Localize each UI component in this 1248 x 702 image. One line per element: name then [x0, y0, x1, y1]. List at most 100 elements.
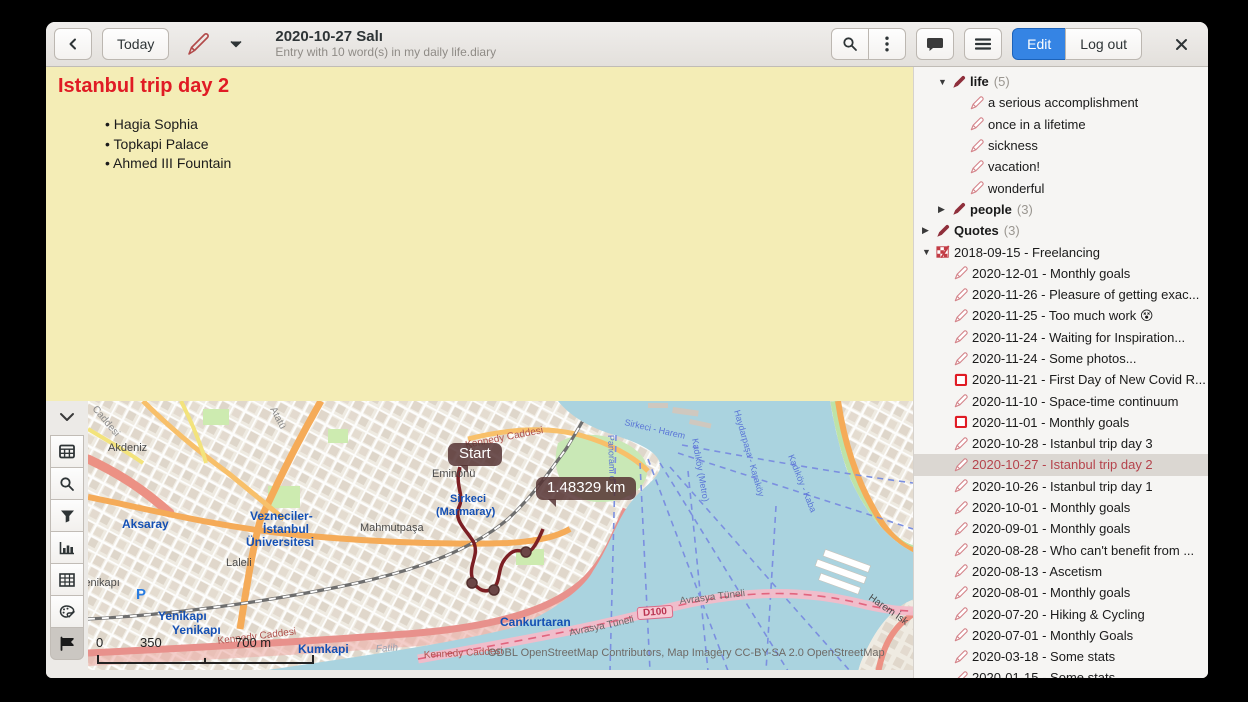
page-title: 2020-10-27 Salı: [275, 28, 496, 45]
bullet-item: Ahmed III Fountain: [105, 154, 901, 174]
sidebar-entry[interactable]: ▶Quotes(3): [914, 220, 1208, 241]
pencil-icon: [185, 31, 211, 57]
sidebar-entry[interactable]: 2020-01-15 - Some stats: [914, 667, 1208, 678]
sidebar-entry[interactable]: 2020-11-21 - First Day of New Covid R...: [914, 369, 1208, 390]
sidebar-entry[interactable]: 2020-11-10 - Space-time continuum: [914, 390, 1208, 411]
sidebar-entry[interactable]: ▶people(3): [914, 199, 1208, 220]
map-label: Eminönü: [432, 468, 475, 480]
theme-button[interactable]: [50, 595, 84, 628]
expander-expanded-icon[interactable]: ▼: [938, 77, 952, 87]
sidebar-entry[interactable]: 2020-08-28 - Who can't benefit from ...: [914, 540, 1208, 561]
pencil-outline-icon: [954, 543, 972, 557]
map-label: İstanbul: [263, 521, 309, 536]
road-badge: D100: [637, 605, 674, 620]
sidebar-entry[interactable]: 2020-10-01 - Monthly goals: [914, 497, 1208, 518]
main-menu-button[interactable]: [964, 28, 1002, 60]
sidebar-entry[interactable]: sickness: [914, 135, 1208, 156]
pencil-solid-icon: [952, 75, 970, 89]
entry-label: 2020-12-01 - Monthly goals: [972, 266, 1130, 281]
map-canvas[interactable]: CaddesiAkdenizAtatüAksarayVezneciler-İst…: [88, 401, 913, 670]
map-view-button[interactable]: [50, 627, 84, 660]
sidebar-entry[interactable]: 2020-12-01 - Monthly goals: [914, 263, 1208, 284]
sidebar-entry[interactable]: ▼2018-09-15 - Freelancing: [914, 241, 1208, 262]
entry-count: (3): [1004, 223, 1020, 238]
entry-label: 2020-10-27 - Istanbul trip day 2: [972, 457, 1153, 472]
bullet-item: Hagia Sophia: [105, 115, 901, 135]
entry-label: 2020-08-01 - Monthly goals: [972, 585, 1130, 600]
sidebar-entry[interactable]: a serious accomplishment: [914, 92, 1208, 113]
entry-label: people: [970, 202, 1012, 217]
map-render: CaddesiAkdenizAtatüAksarayVezneciler-İst…: [88, 401, 913, 670]
edit-button[interactable]: Edit: [1012, 28, 1066, 60]
entry-menu-button[interactable]: [179, 28, 217, 60]
pencil-outline-icon: [954, 671, 972, 678]
sidebar-entry[interactable]: 2020-11-25 - Too much work 😵: [914, 305, 1208, 326]
expander-collapsed-icon[interactable]: ▶: [922, 225, 936, 236]
map-label: Akdeniz: [108, 442, 147, 454]
map-label: (Marmaray): [436, 506, 496, 518]
sidebar-entry[interactable]: ▼life(5): [914, 71, 1208, 92]
logout-button[interactable]: Log out: [1065, 28, 1142, 60]
entry-text-view[interactable]: Istanbul trip day 2 Hagia SophiaTopkapi …: [46, 67, 913, 401]
filter-button[interactable]: [50, 499, 84, 532]
search-button[interactable]: [831, 28, 869, 60]
more-options-button[interactable]: [868, 28, 906, 60]
entry-label: 2020-11-10 - Space-time continuum: [972, 394, 1178, 409]
sidebar-entry[interactable]: 2020-03-18 - Some stats: [914, 646, 1208, 667]
entry-label: 2020-11-24 - Some photos...: [972, 351, 1137, 366]
entry-label: 2020-03-18 - Some stats: [972, 649, 1115, 664]
page-subtitle: Entry with 10 word(s) in my daily life.d…: [275, 46, 496, 60]
pencil-outline-icon: [954, 522, 972, 536]
bullet-item: Topkapi Palace: [105, 135, 901, 155]
entry-label: 2020-10-28 - Istanbul trip day 3: [972, 436, 1153, 451]
sidebar-entry[interactable]: 2020-11-24 - Waiting for Inspiration...: [914, 327, 1208, 348]
sidebar-entry[interactable]: 2020-10-26 - Istanbul trip day 1: [914, 476, 1208, 497]
pencil-outline-icon: [954, 288, 972, 302]
entry-label: life: [970, 74, 989, 89]
pencil-outline-icon: [954, 501, 972, 515]
search-panel-button[interactable]: [50, 467, 84, 500]
sidebar-entry[interactable]: 2020-11-26 - Pleasure of getting exac...: [914, 284, 1208, 305]
header-bar: Today 2020-10-27 Salı Entry with 10 word…: [46, 22, 1208, 67]
map-label: Sirkeci: [450, 493, 486, 505]
close-window-button[interactable]: [1162, 28, 1200, 60]
table-icon: [59, 573, 75, 587]
collapse-panel-button[interactable]: [52, 406, 82, 428]
chapter-icon: [936, 245, 954, 259]
paint-palette-icon: [59, 604, 75, 619]
pencil-outline-icon: [970, 139, 988, 153]
sidebar-entry[interactable]: vacation!: [914, 156, 1208, 177]
map-label: Yenikapı: [158, 609, 207, 623]
calendar-view-button[interactable]: [50, 435, 84, 468]
today-button[interactable]: Today: [102, 28, 169, 60]
map-label: Üniversitesi: [246, 534, 314, 549]
sidebar-entry[interactable]: 2020-10-28 - Istanbul trip day 3: [914, 433, 1208, 454]
entry-label: 2020-11-24 - Waiting for Inspiration...: [972, 330, 1185, 345]
table-view-button[interactable]: [50, 563, 84, 596]
map-label: Aksaray: [122, 517, 169, 531]
sidebar-entry[interactable]: 2020-08-01 - Monthly goals: [914, 582, 1208, 603]
sidebar-entry[interactable]: 2020-07-20 - Hiking & Cycling: [914, 603, 1208, 624]
expander-expanded-icon[interactable]: ▼: [922, 247, 936, 257]
sidebar-entry[interactable]: once in a lifetime: [914, 114, 1208, 135]
entry-dropdown-button[interactable]: [217, 28, 255, 60]
sidebar-entry[interactable]: 2020-07-01 - Monthly Goals: [914, 625, 1208, 646]
sidebar-entry[interactable]: 2020-09-01 - Monthly goals: [914, 518, 1208, 539]
sidebar-entry-selected[interactable]: 2020-10-27 - Istanbul trip day 2: [914, 454, 1208, 475]
sidebar-entry[interactable]: wonderful: [914, 177, 1208, 198]
sidebar-entry[interactable]: 2020-08-13 - Ascetism: [914, 561, 1208, 582]
entry-label: 2020-11-25 - Too much work 😵: [972, 308, 1153, 324]
sidebar-entry[interactable]: 2020-11-01 - Monthly goals: [914, 412, 1208, 433]
calendar-icon: [59, 444, 75, 459]
map-label: Fatih: [375, 642, 398, 655]
sidebar-entry[interactable]: 2020-11-24 - Some photos...: [914, 348, 1208, 369]
scale-tick: 0: [96, 635, 103, 650]
tags-panel-button[interactable]: [916, 28, 954, 60]
map-flag-icon: [59, 636, 75, 651]
chevron-down-icon: [230, 40, 242, 48]
back-button[interactable]: [54, 28, 92, 60]
expander-collapsed-icon[interactable]: ▶: [938, 204, 952, 215]
pencil-outline-icon: [970, 160, 988, 174]
charts-button[interactable]: [50, 531, 84, 564]
hamburger-menu-icon: [975, 38, 991, 50]
